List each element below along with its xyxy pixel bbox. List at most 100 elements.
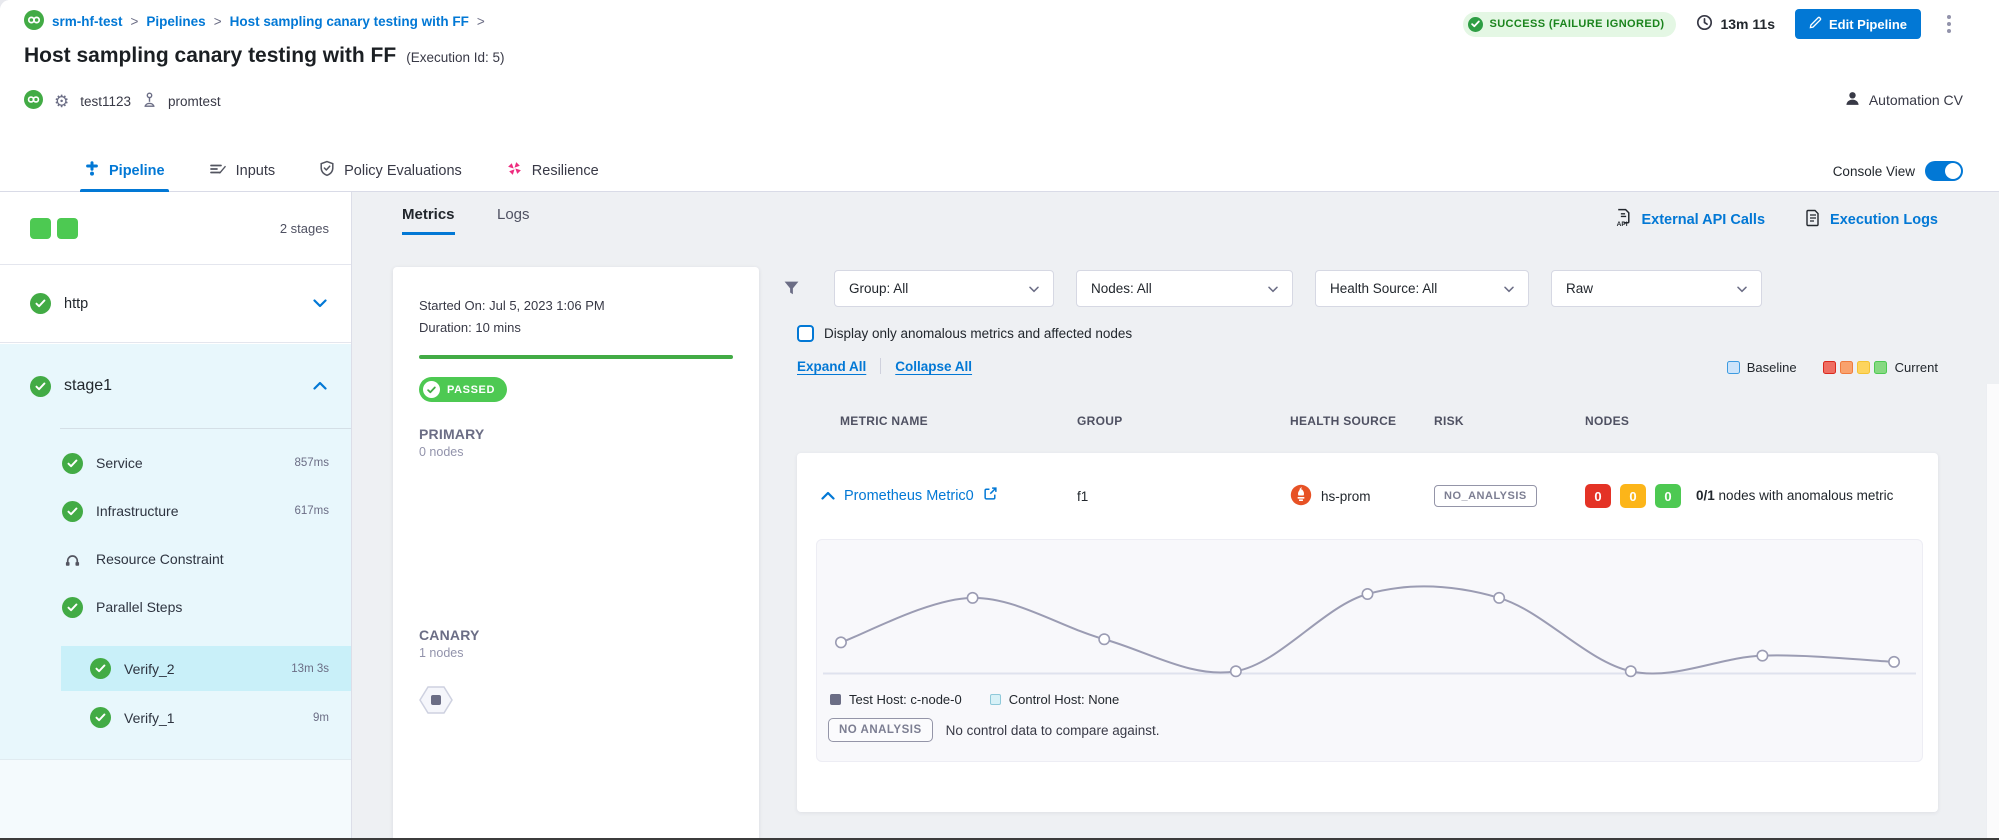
check-icon (423, 381, 440, 398)
prometheus-icon (1290, 484, 1312, 509)
group-filter-dropdown[interactable]: Group: All (834, 270, 1054, 307)
step-label: Service (96, 455, 143, 471)
chevron-up-icon[interactable] (313, 377, 327, 395)
metric-line-chart[interactable] (817, 540, 1922, 690)
service-name[interactable]: test1123 (80, 94, 131, 109)
tab-policy-evaluations[interactable]: Policy Evaluations (319, 150, 462, 191)
external-link-icon[interactable] (983, 486, 998, 506)
sidebar-stage-stage1[interactable]: stage1 (0, 344, 351, 428)
more-options-menu[interactable] (1941, 10, 1957, 38)
primary-node-count: 0 nodes (419, 445, 733, 459)
anomalous-only-checkbox[interactable] (797, 325, 814, 342)
filter-funnel-icon[interactable] (783, 280, 800, 301)
nav-tabbar: Pipeline Inputs Policy Evaluations Resil… (0, 150, 1999, 192)
verification-summary-card: Started On: Jul 5, 2023 1:06 PM Duration… (393, 267, 759, 840)
current-swatch-orange (1840, 361, 1853, 374)
console-view-label: Console View (1833, 164, 1915, 179)
edit-pipeline-label: Edit Pipeline (1829, 17, 1907, 32)
tab-policy-evaluations-label: Policy Evaluations (344, 163, 462, 179)
triggered-by: Automation CV (1844, 90, 1963, 110)
column-header: METRIC NAME (840, 414, 1077, 428)
step-service[interactable]: Service 857ms (0, 439, 351, 487)
canary-node-icon[interactable] (419, 684, 733, 721)
sidebar-stage-http[interactable]: http (0, 265, 351, 343)
success-check-icon (62, 453, 83, 474)
tab-logs[interactable]: Logs (497, 206, 530, 223)
step-resource-constraint[interactable]: Resource Constraint (0, 535, 351, 583)
step-duration: 857ms (294, 457, 329, 469)
console-view-panel: Metrics Logs API External API Calls Exec… (352, 192, 1999, 840)
edit-pipeline-button[interactable]: Edit Pipeline (1795, 9, 1921, 39)
chevron-down-icon[interactable] (313, 295, 327, 313)
anomalous-only-label: Display only anomalous metrics and affec… (824, 326, 1132, 341)
baseline-label: Baseline (1747, 360, 1797, 375)
column-header: NODES (1585, 414, 1629, 428)
passed-badge-label: PASSED (447, 384, 495, 396)
success-check-icon (90, 707, 111, 728)
started-on: Started On: Jul 5, 2023 1:06 PM (419, 295, 733, 317)
chevron-down-icon (1504, 281, 1514, 296)
collapse-all-link[interactable]: Collapse All (895, 359, 972, 374)
step-list: Service 857ms Infrastructure 617ms Resou… (0, 439, 351, 740)
external-api-calls-link[interactable]: API External API Calls (1615, 208, 1765, 231)
tab-pipeline-label: Pipeline (109, 163, 165, 179)
view-mode-dropdown[interactable]: Raw (1551, 270, 1762, 307)
view-mode-value: Raw (1566, 281, 1593, 296)
canary-label: CANARY (419, 627, 733, 643)
step-verify-2-selected[interactable]: Verify_2 13m 3s (61, 646, 351, 691)
step-infrastructure[interactable]: Infrastructure 617ms (0, 487, 351, 535)
success-check-icon (62, 501, 83, 522)
breadcrumb-pipeline-name[interactable]: Host sampling canary testing with FF (230, 14, 469, 29)
chevron-down-icon (1737, 281, 1747, 296)
divider (880, 358, 881, 374)
metric-name-link[interactable]: Prometheus Metric0 (844, 488, 974, 504)
nodes-summary: 0/1 nodes with anomalous metric (1696, 487, 1908, 505)
collapse-metric-chevron[interactable] (821, 487, 835, 505)
test-host-swatch (830, 694, 841, 705)
step-label: Verify_1 (124, 710, 175, 726)
breadcrumb-pipelines[interactable]: Pipelines (146, 14, 205, 29)
execution-logs-link[interactable]: Execution Logs (1805, 208, 1938, 231)
health-source-cell: hs-prom (1290, 484, 1434, 509)
status-badge: SUCCESS (FAILURE IGNORED) (1463, 12, 1676, 37)
environment-name[interactable]: promtest (168, 94, 221, 109)
tab-resilience[interactable]: Resilience (506, 150, 599, 191)
chart-color-legend: Baseline Current (1727, 360, 1938, 375)
step-parallel-steps[interactable]: Parallel Steps (0, 583, 351, 631)
nodes-filter-value: Nodes: All (1091, 281, 1152, 296)
health-source-filter-value: Health Source: All (1330, 281, 1437, 296)
host-legend: Test Host: c-node-0 Control Host: None (817, 690, 1922, 707)
chevron-down-icon (1268, 281, 1278, 296)
expand-all-link[interactable]: Expand All (797, 359, 866, 374)
breadcrumb-project[interactable]: srm-hf-test (52, 14, 123, 29)
stage1-label: stage1 (64, 377, 112, 395)
step-verify-1[interactable]: Verify_1 9m (61, 695, 351, 740)
analysis-status-row: NO ANALYSIS No control data to compare a… (817, 707, 1922, 742)
nodes-cell: 0 0 0 0/1 nodes with anomalous metric (1585, 484, 1908, 508)
total-duration-label: 13m 11s (1720, 16, 1775, 32)
stages-summary: 2 stages (0, 192, 351, 265)
tab-resilience-label: Resilience (532, 163, 599, 179)
baseline-swatch (1727, 361, 1740, 374)
header-actions: SUCCESS (FAILURE IGNORED) 13m 11s Edit P… (1463, 9, 1957, 39)
console-view-toggle[interactable] (1925, 161, 1963, 181)
nodes-summary-text: nodes with anomalous metric (1719, 488, 1894, 503)
tab-pipeline[interactable]: Pipeline (84, 150, 165, 191)
step-duration: 617ms (294, 505, 329, 517)
tab-inputs[interactable]: Inputs (209, 150, 276, 191)
scrollbar-track[interactable] (1986, 384, 1999, 840)
test-host-label: Test Host: c-node-0 (849, 692, 962, 707)
breadcrumb: srm-hf-test > Pipelines > Host sampling … (24, 10, 485, 33)
status-badge-label: SUCCESS (FAILURE IGNORED) (1489, 18, 1664, 30)
risk-cell: NO_ANALYSIS (1434, 485, 1585, 507)
chevron-down-icon (1029, 281, 1039, 296)
health-source-name: hs-prom (1321, 489, 1371, 504)
no-analysis-badge: NO ANALYSIS (828, 718, 933, 742)
health-source-filter-dropdown[interactable]: Health Source: All (1315, 270, 1529, 307)
tab-metrics[interactable]: Metrics (402, 206, 455, 235)
canary-node-count: 1 nodes (419, 646, 733, 660)
execution-logs-label: Execution Logs (1830, 212, 1938, 228)
nodes-filter-dropdown[interactable]: Nodes: All (1076, 270, 1293, 307)
step-label: Parallel Steps (96, 599, 182, 615)
console-view-control: Console View (1833, 150, 1963, 192)
